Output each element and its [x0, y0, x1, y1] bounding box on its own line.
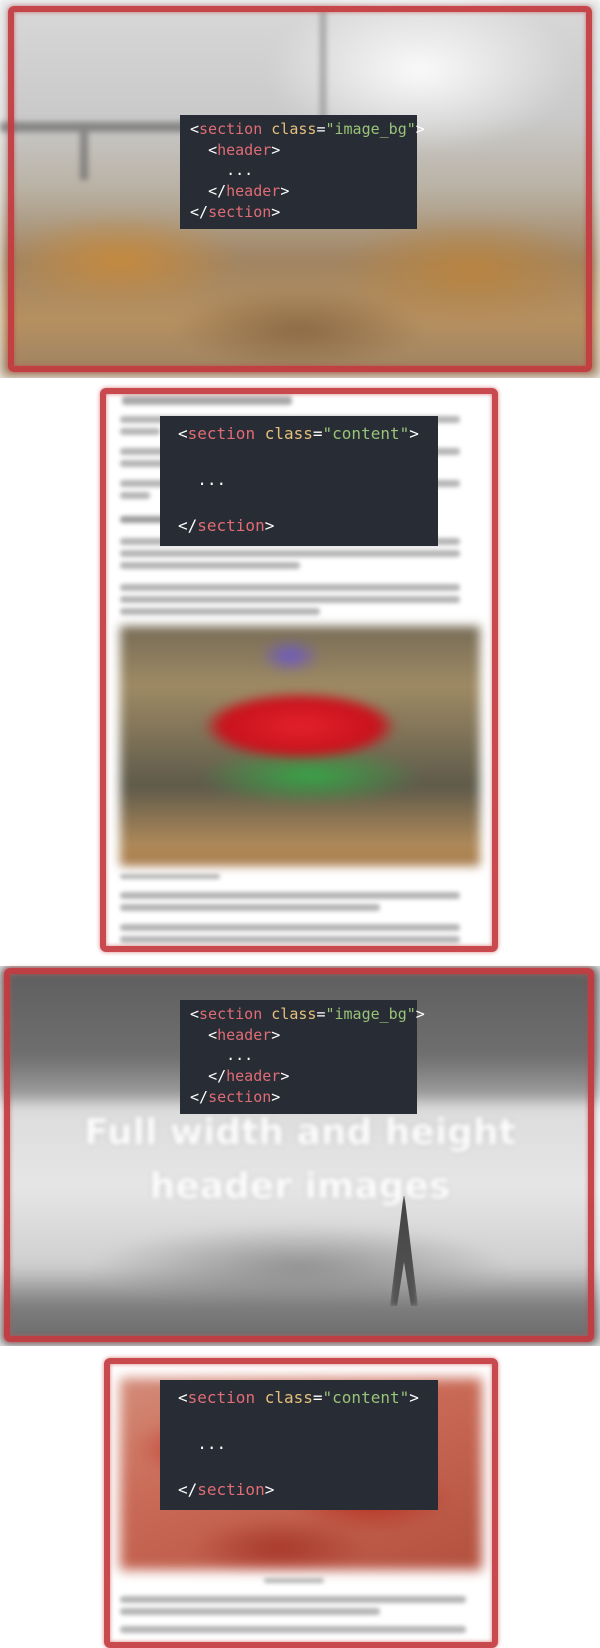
blurred-text-line — [120, 608, 320, 615]
code-tag-section-close: section — [197, 1480, 265, 1499]
code-tag-header-close: header — [226, 1067, 281, 1086]
blurred-caption — [264, 1578, 324, 1583]
code-snippet-image-bg-1: <section class="image_bg"> <header> ... … — [180, 115, 425, 229]
pier-post — [80, 130, 88, 180]
code-ellipsis: ... — [197, 470, 227, 489]
blurred-text-line — [120, 584, 460, 591]
code-class-value: "image_bg" — [325, 120, 416, 138]
code-tag-header: header — [217, 1025, 272, 1044]
blurred-text-line — [120, 924, 460, 931]
code-ellipsis: ... — [197, 1434, 227, 1453]
code-ellipsis: ... — [226, 161, 254, 180]
mast-shape — [320, 10, 326, 120]
code-class-value: "image_bg" — [325, 1005, 416, 1023]
blurred-text-line — [120, 596, 460, 603]
code-tag-section-close: section — [208, 1087, 272, 1106]
blurred-text-line — [120, 936, 460, 943]
blurred-text-line — [120, 904, 380, 911]
blurred-heading — [122, 396, 292, 405]
code-tag-header: header — [217, 140, 272, 159]
code-tag-header-close: header — [226, 182, 281, 201]
code-tag-section: section — [199, 120, 263, 138]
blurred-text-line — [120, 1596, 466, 1603]
code-attr-class: class — [264, 424, 313, 443]
code-tag-section-close: section — [208, 202, 272, 221]
code-snippet-image-bg-2: <section class="image_bg"> <header> ... … — [180, 1000, 425, 1114]
blurred-text-line — [120, 550, 460, 557]
code-tag-section: section — [199, 1005, 263, 1023]
blurred-text-line — [120, 1626, 466, 1633]
blurred-text-line — [120, 892, 460, 899]
pier-shape — [0, 122, 200, 132]
hero-title-line-2: header images — [149, 1166, 451, 1207]
blurred-text-line — [120, 492, 150, 499]
blurred-text-line — [120, 428, 160, 435]
code-snippet-content-1: <section class="content"> ... </section> — [160, 416, 438, 546]
code-tag-section-close: section — [197, 516, 265, 535]
code-tag-section: section — [187, 1388, 256, 1407]
code-class-value: "content" — [322, 424, 410, 443]
code-attr-class: class — [264, 1388, 313, 1407]
blurred-text-line — [120, 562, 300, 569]
red-flowers-image — [120, 626, 480, 866]
code-tag-section: section — [187, 424, 256, 443]
code-snippet-content-2: <section class="content"> ... </section> — [160, 1380, 438, 1510]
blurred-caption — [120, 874, 220, 879]
code-attr-class: class — [271, 120, 317, 138]
code-ellipsis: ... — [226, 1046, 254, 1065]
code-attr-class: class — [271, 1005, 317, 1023]
code-class-value: "content" — [322, 1388, 410, 1407]
hero-title-line-1: Full width and height — [84, 1112, 516, 1153]
blurred-text-line — [120, 1608, 380, 1615]
